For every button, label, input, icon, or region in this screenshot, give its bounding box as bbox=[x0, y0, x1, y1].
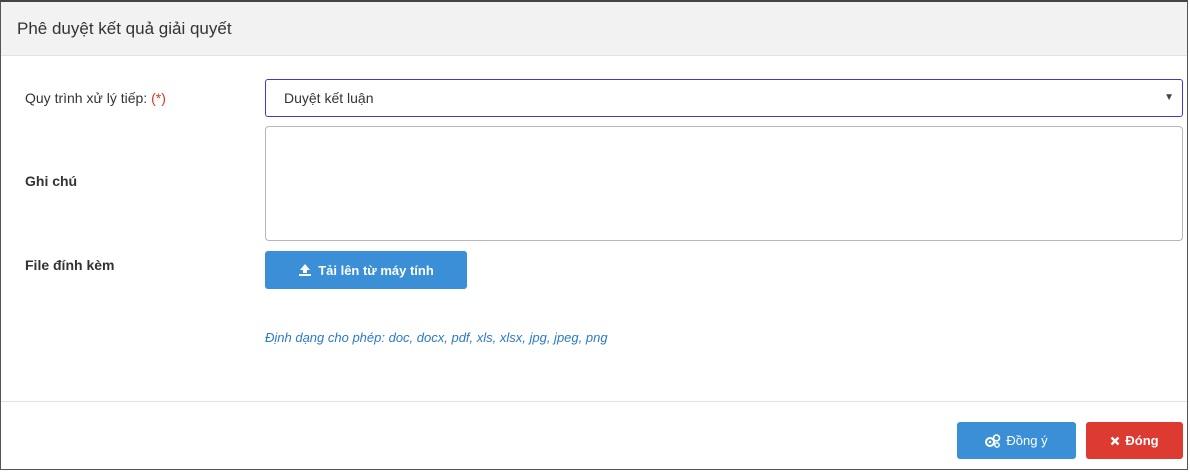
approval-dialog: Phê duyệt kết quả giải quyết Quy trình x… bbox=[0, 0, 1188, 470]
required-mark: (*) bbox=[151, 90, 166, 106]
cogs-icon bbox=[985, 433, 1001, 448]
footer-divider bbox=[1, 401, 1187, 402]
attachment-label: File đính kèm bbox=[25, 257, 115, 273]
upload-button[interactable]: Tải lên từ máy tính bbox=[265, 251, 467, 289]
confirm-button[interactable]: Đồng ý bbox=[957, 422, 1076, 459]
note-label: Ghi chú bbox=[25, 173, 78, 189]
close-button[interactable]: Đóng bbox=[1086, 422, 1183, 459]
process-select-value: Duyệt kết luận bbox=[284, 90, 374, 106]
upload-button-label: Tải lên từ máy tính bbox=[318, 262, 434, 278]
process-label-text: Quy trình xử lý tiếp: bbox=[25, 90, 148, 106]
close-button-label: Đóng bbox=[1125, 433, 1159, 448]
allowed-formats-hint: Định dạng cho phép: doc, docx, pdf, xls,… bbox=[265, 330, 608, 345]
confirm-button-label: Đồng ý bbox=[1006, 433, 1048, 448]
process-label: Quy trình xử lý tiếp: (*) bbox=[25, 90, 166, 106]
note-textarea[interactable] bbox=[265, 126, 1183, 241]
upload-icon bbox=[298, 263, 312, 277]
caret-down-icon: ▼ bbox=[1164, 92, 1174, 103]
close-icon bbox=[1110, 436, 1120, 446]
dialog-header: Phê duyệt kết quả giải quyết bbox=[1, 2, 1187, 56]
process-select[interactable]: Duyệt kết luận ▼ bbox=[265, 79, 1183, 117]
dialog-title: Phê duyệt kết quả giải quyết bbox=[17, 19, 232, 38]
